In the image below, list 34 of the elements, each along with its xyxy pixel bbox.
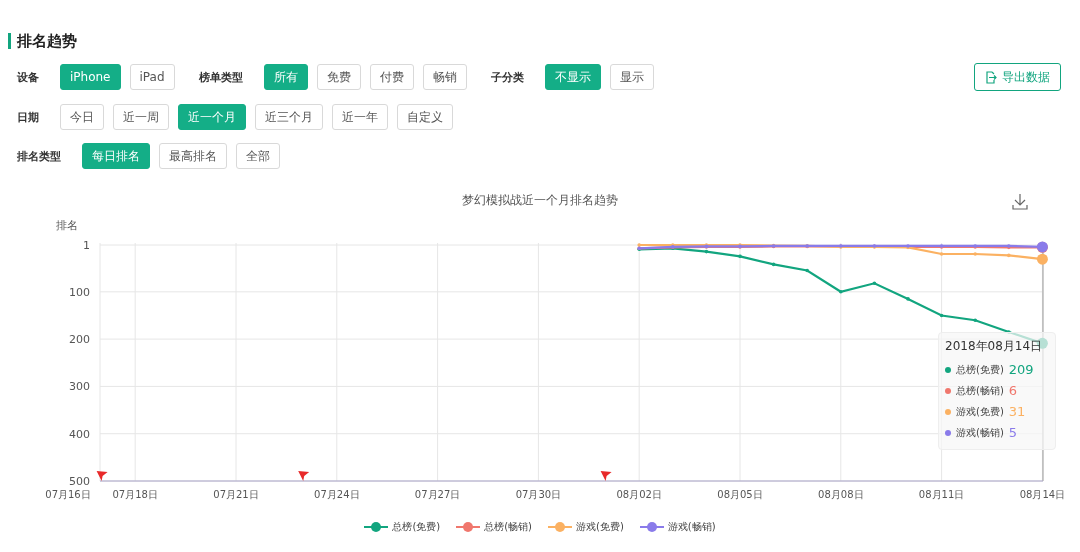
x-tick-label: 07月27日	[414, 489, 461, 500]
y-tick-label: 1	[83, 239, 90, 252]
series-name: 游戏(畅销)	[956, 425, 1004, 440]
chart-title: 梦幻模拟战近一个月排名趋势	[462, 193, 618, 207]
y-tick-label: 500	[69, 475, 90, 488]
series-name: 总榜(免费)	[956, 362, 1004, 377]
section-title: 排名趋势	[17, 31, 77, 51]
filter-label: 榜单类型	[198, 69, 243, 85]
series-name: 总榜(畅销)	[956, 383, 1004, 398]
x-tick-label: 08月05日	[717, 489, 763, 500]
series-value: 5	[1008, 425, 1018, 440]
x-tick-label: 07月16日	[45, 489, 91, 500]
series-value: 6	[1008, 383, 1018, 398]
axis-title: 排名	[56, 219, 78, 232]
filter-label: 设备	[17, 69, 39, 85]
y-tick-label: 100	[69, 285, 90, 299]
x-tick-label: 07月18日	[112, 489, 158, 500]
y-tick-label: 400	[69, 427, 90, 441]
x-tick-label: 07月21日	[213, 489, 259, 500]
series-value: 209	[1008, 362, 1034, 377]
filter-label: 日期	[17, 109, 39, 125]
series-name: 游戏(免费)	[956, 404, 1004, 419]
x-tick-label: 08月08日	[818, 489, 864, 500]
series-value: 31	[1008, 404, 1026, 419]
y-tick-label: 200	[69, 333, 90, 347]
x-tick-label: 08月11日	[918, 489, 965, 500]
filter-label: 子分类	[490, 69, 524, 85]
filter-label: 排名类型	[17, 148, 61, 164]
x-tick-label: 07月24日	[314, 489, 360, 500]
x-tick-label: 08月02日	[616, 489, 662, 500]
y-tick-label: 300	[69, 380, 90, 394]
tooltip-date: 2018年08月14日	[945, 338, 1044, 355]
x-tick-label: 07月30日	[515, 489, 562, 500]
x-tick-label: 08月14日	[1019, 489, 1066, 500]
